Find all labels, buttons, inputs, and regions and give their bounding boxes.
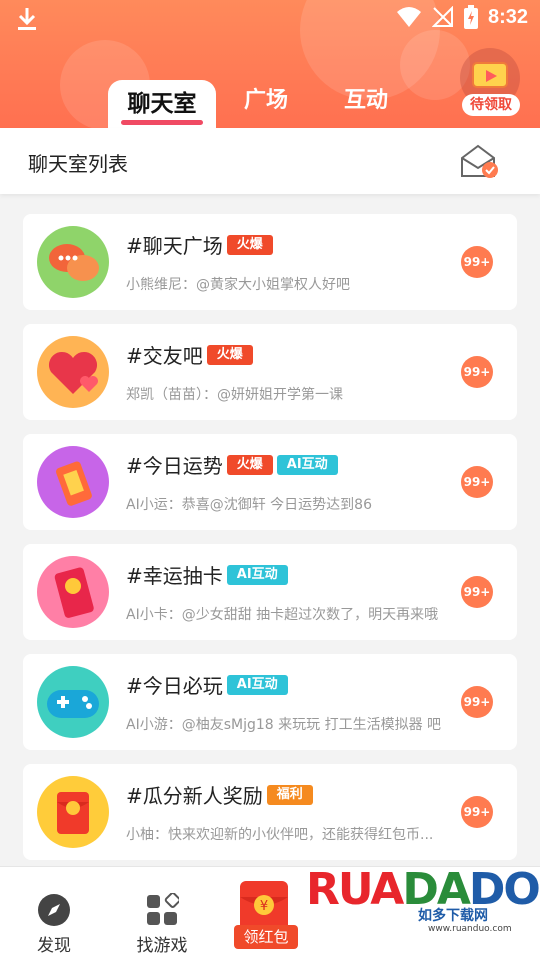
game-grid-icon xyxy=(145,892,181,927)
room-list[interactable]: #聊天广场 火爆 小熊维尼：@黄家大小姐掌权人好吧 99+ #交友吧 火爆 郑凯（苗苗）：@… xyxy=(0,194,540,866)
nav-find-games[interactable]: 找游戏 xyxy=(122,892,202,956)
mail-read-icon[interactable] xyxy=(460,144,500,180)
room-card[interactable]: #交友吧 火爆郑凯（苗苗）：@妍妍姐开学第一课 99+ xyxy=(23,324,517,420)
room-card[interactable]: #今日必玩 AI互动 AI小游：@柚友sMjg18 来玩玩 打工生活模拟器 吧 99+ xyxy=(23,654,517,750)
room-name: #今日必玩 xyxy=(126,674,223,698)
tab-chatroom[interactable]: 聊天室 xyxy=(108,80,216,128)
room-tag: 火爆 xyxy=(226,454,273,475)
room-name: #交友吧 xyxy=(126,344,203,368)
battery-icon xyxy=(463,5,478,29)
tab-interact[interactable]: 互动 xyxy=(316,82,416,128)
room-name: #瓜分新人奖励 xyxy=(126,784,263,808)
gamepad-icon xyxy=(37,666,109,738)
top-tabs: 聊天室 广场 互动 xyxy=(108,80,416,128)
room-last-message: AI小游：@柚友sMjg18 来玩玩 打工生活模拟器 吧 xyxy=(126,717,442,733)
room-title-row: #幸运抽卡 AI互动 xyxy=(126,560,288,589)
room-last-message: 小柚：快来欢迎新的小伙伴吧，还能获得红包币... xyxy=(126,827,434,843)
compass-icon xyxy=(37,893,71,927)
room-card[interactable]: #瓜分新人奖励 福利小柚：快来欢迎新的小伙伴吧，还能获得红包币... 99+ xyxy=(23,764,517,860)
nav-label: 找游戏 xyxy=(136,936,188,956)
status-bar: 8:32 xyxy=(0,0,540,36)
room-tag: AI互动 xyxy=(276,454,338,475)
gift-video-icon xyxy=(472,62,508,88)
room-title-row: #交友吧 火爆 xyxy=(126,340,253,369)
unread-badge: 99+ xyxy=(461,686,493,718)
unread-badge: 99+ xyxy=(461,576,493,608)
tab-square[interactable]: 广场 xyxy=(216,82,316,128)
watermark-subtitle: 如多下载网 xyxy=(418,908,488,924)
watermark-url: www.ruanduo.com xyxy=(428,924,512,934)
reward-label[interactable]: 待领取 xyxy=(462,94,520,116)
room-card[interactable]: #聊天广场 火爆小熊维尼：@黄家大小姐掌权人好吧 99+ xyxy=(23,214,517,310)
status-time: 8:32 xyxy=(487,5,528,28)
room-last-message: 小熊维尼：@黄家大小姐掌权人好吧 xyxy=(126,277,350,293)
nav-label: 发现 xyxy=(37,936,71,956)
header: 8:32 聊天室 广场 互动 xyxy=(0,0,540,128)
room-title-row: #聊天广场 火爆 xyxy=(126,230,273,259)
wifi-icon xyxy=(396,7,421,27)
active-tab-indicator xyxy=(121,119,203,125)
room-name: #幸运抽卡 xyxy=(126,564,223,588)
svg-text:¥: ¥ xyxy=(260,899,268,914)
hearts-icon xyxy=(37,336,109,408)
list-title: 聊天室列表 xyxy=(28,152,128,176)
chat-bubbles-icon xyxy=(37,226,109,298)
tab-label: 聊天室 xyxy=(127,90,197,117)
room-last-message: AI小运：恭喜@沈御轩 今日运势达到86 xyxy=(126,497,372,513)
room-title-row: #今日必玩 AI互动 xyxy=(126,670,288,699)
room-card[interactable]: #幸运抽卡 AI互动 AI小卡：@少女甜甜 抽卡超过次数了，明天再来哦 99+ xyxy=(23,544,517,640)
room-tag: AI互动 xyxy=(226,564,288,585)
no-signal-icon xyxy=(431,6,453,27)
room-tag: AI互动 xyxy=(226,674,288,695)
nav-red-envelope-label[interactable]: 领红包 xyxy=(234,925,298,949)
unread-badge: 99+ xyxy=(461,466,493,498)
room-name: #今日运势 xyxy=(126,454,223,478)
unread-badge: 99+ xyxy=(461,246,493,278)
room-card[interactable]: #今日运势 火爆 AI互动 AI小运：恭喜@沈御轩 今日运势达到86 99+ xyxy=(23,434,517,530)
unread-badge: 99+ xyxy=(461,356,493,388)
room-title-row: #瓜分新人奖励 福利 xyxy=(126,780,313,809)
room-last-message: 郑凯（苗苗）：@妍妍姐开学第一课 xyxy=(126,387,343,403)
room-last-message: AI小卡：@少女甜甜 抽卡超过次数了，明天再来哦 xyxy=(126,607,439,623)
red-envelope-icon xyxy=(37,776,109,848)
unread-badge: 99+ xyxy=(461,796,493,828)
lucky-card-icon xyxy=(37,556,109,628)
download-icon xyxy=(18,8,36,30)
room-tag: 福利 xyxy=(266,784,313,805)
nav-discover[interactable]: 发现 xyxy=(14,893,94,956)
room-title-row: #今日运势 火爆 AI互动 xyxy=(126,450,338,479)
room-tag: 火爆 xyxy=(206,344,253,365)
list-header: 聊天室列表 xyxy=(0,128,540,194)
fortune-tag-icon xyxy=(37,446,109,518)
room-tag: 火爆 xyxy=(226,234,273,255)
room-name: #聊天广场 xyxy=(126,234,223,258)
